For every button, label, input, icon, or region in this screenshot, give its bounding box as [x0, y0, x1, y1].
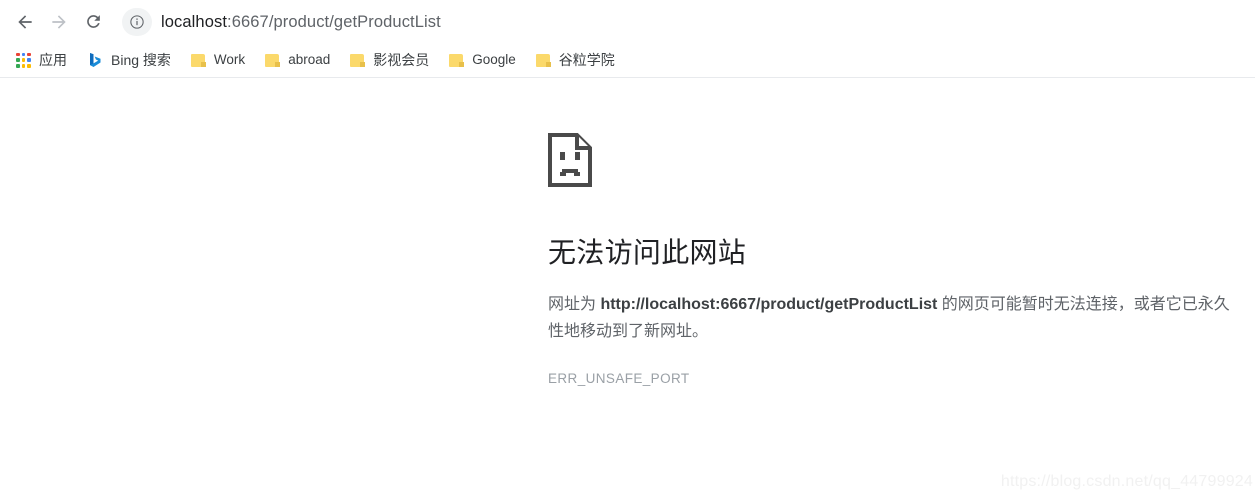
bookmark-folder-work[interactable]: Work [189, 48, 253, 72]
bookmark-folder-abroad[interactable]: abroad [263, 48, 338, 72]
bookmark-label: Bing 搜索 [111, 48, 171, 72]
bookmark-label: 谷粒学院 [559, 48, 615, 72]
folder-icon [449, 53, 464, 67]
sad-page-icon [548, 133, 594, 187]
folder-icon [536, 53, 551, 67]
url-path: :6667/product/getProductList [227, 13, 441, 31]
error-description-url: http://localhost:6667/product/getProduct… [600, 296, 937, 313]
forward-button[interactable] [42, 5, 76, 39]
bookmark-label: Google [472, 48, 516, 72]
folder-icon [265, 53, 280, 67]
reload-icon [84, 12, 103, 31]
bookmark-label: 影视会员 [373, 48, 429, 72]
bookmark-folder-video-vip[interactable]: 影视会员 [348, 48, 437, 72]
browser-chrome: localhost:6667/product/getProductList 应用… [0, 0, 1255, 78]
browser-toolbar: localhost:6667/product/getProductList [0, 0, 1255, 43]
error-page: 无法访问此网站 网址为 http://localhost:6667/produc… [0, 78, 1255, 499]
error-title: 无法访问此网站 [548, 187, 1248, 270]
blog-watermark: https://blog.csdn.net/qq_44799924 [1001, 473, 1253, 491]
arrow-right-icon [49, 12, 69, 32]
url-host: localhost [161, 13, 227, 31]
apps-grid-icon [16, 53, 31, 68]
bookmark-label: 应用 [39, 48, 67, 72]
address-bar-url[interactable]: localhost:6667/product/getProductList [161, 8, 441, 36]
bookmark-folder-guli-academy[interactable]: 谷粒学院 [534, 48, 623, 72]
info-circle-icon [129, 14, 145, 30]
reload-button[interactable] [76, 5, 110, 39]
bookmark-apps[interactable]: 应用 [14, 48, 75, 72]
bing-icon [87, 52, 103, 68]
bookmarks-bar: 应用 Bing 搜索 Work abroad 影视会员 [0, 43, 1255, 78]
back-button[interactable] [8, 5, 42, 39]
error-description: 网址为 http://localhost:6667/product/getPro… [548, 270, 1238, 345]
site-info-button[interactable] [122, 8, 152, 36]
bookmark-label: Work [214, 48, 245, 72]
bookmark-bing[interactable]: Bing 搜索 [85, 48, 179, 72]
folder-icon [191, 53, 206, 67]
address-bar[interactable]: localhost:6667/product/getProductList [120, 8, 1255, 36]
error-code: ERR_UNSAFE_PORT [548, 345, 1248, 386]
arrow-left-icon [15, 12, 35, 32]
folder-icon [350, 53, 365, 67]
error-description-prefix: 网址为 [548, 296, 600, 313]
error-content: 无法访问此网站 网址为 http://localhost:6667/produc… [548, 78, 1248, 386]
bookmark-folder-google[interactable]: Google [447, 48, 524, 72]
bookmark-label: abroad [288, 48, 330, 72]
